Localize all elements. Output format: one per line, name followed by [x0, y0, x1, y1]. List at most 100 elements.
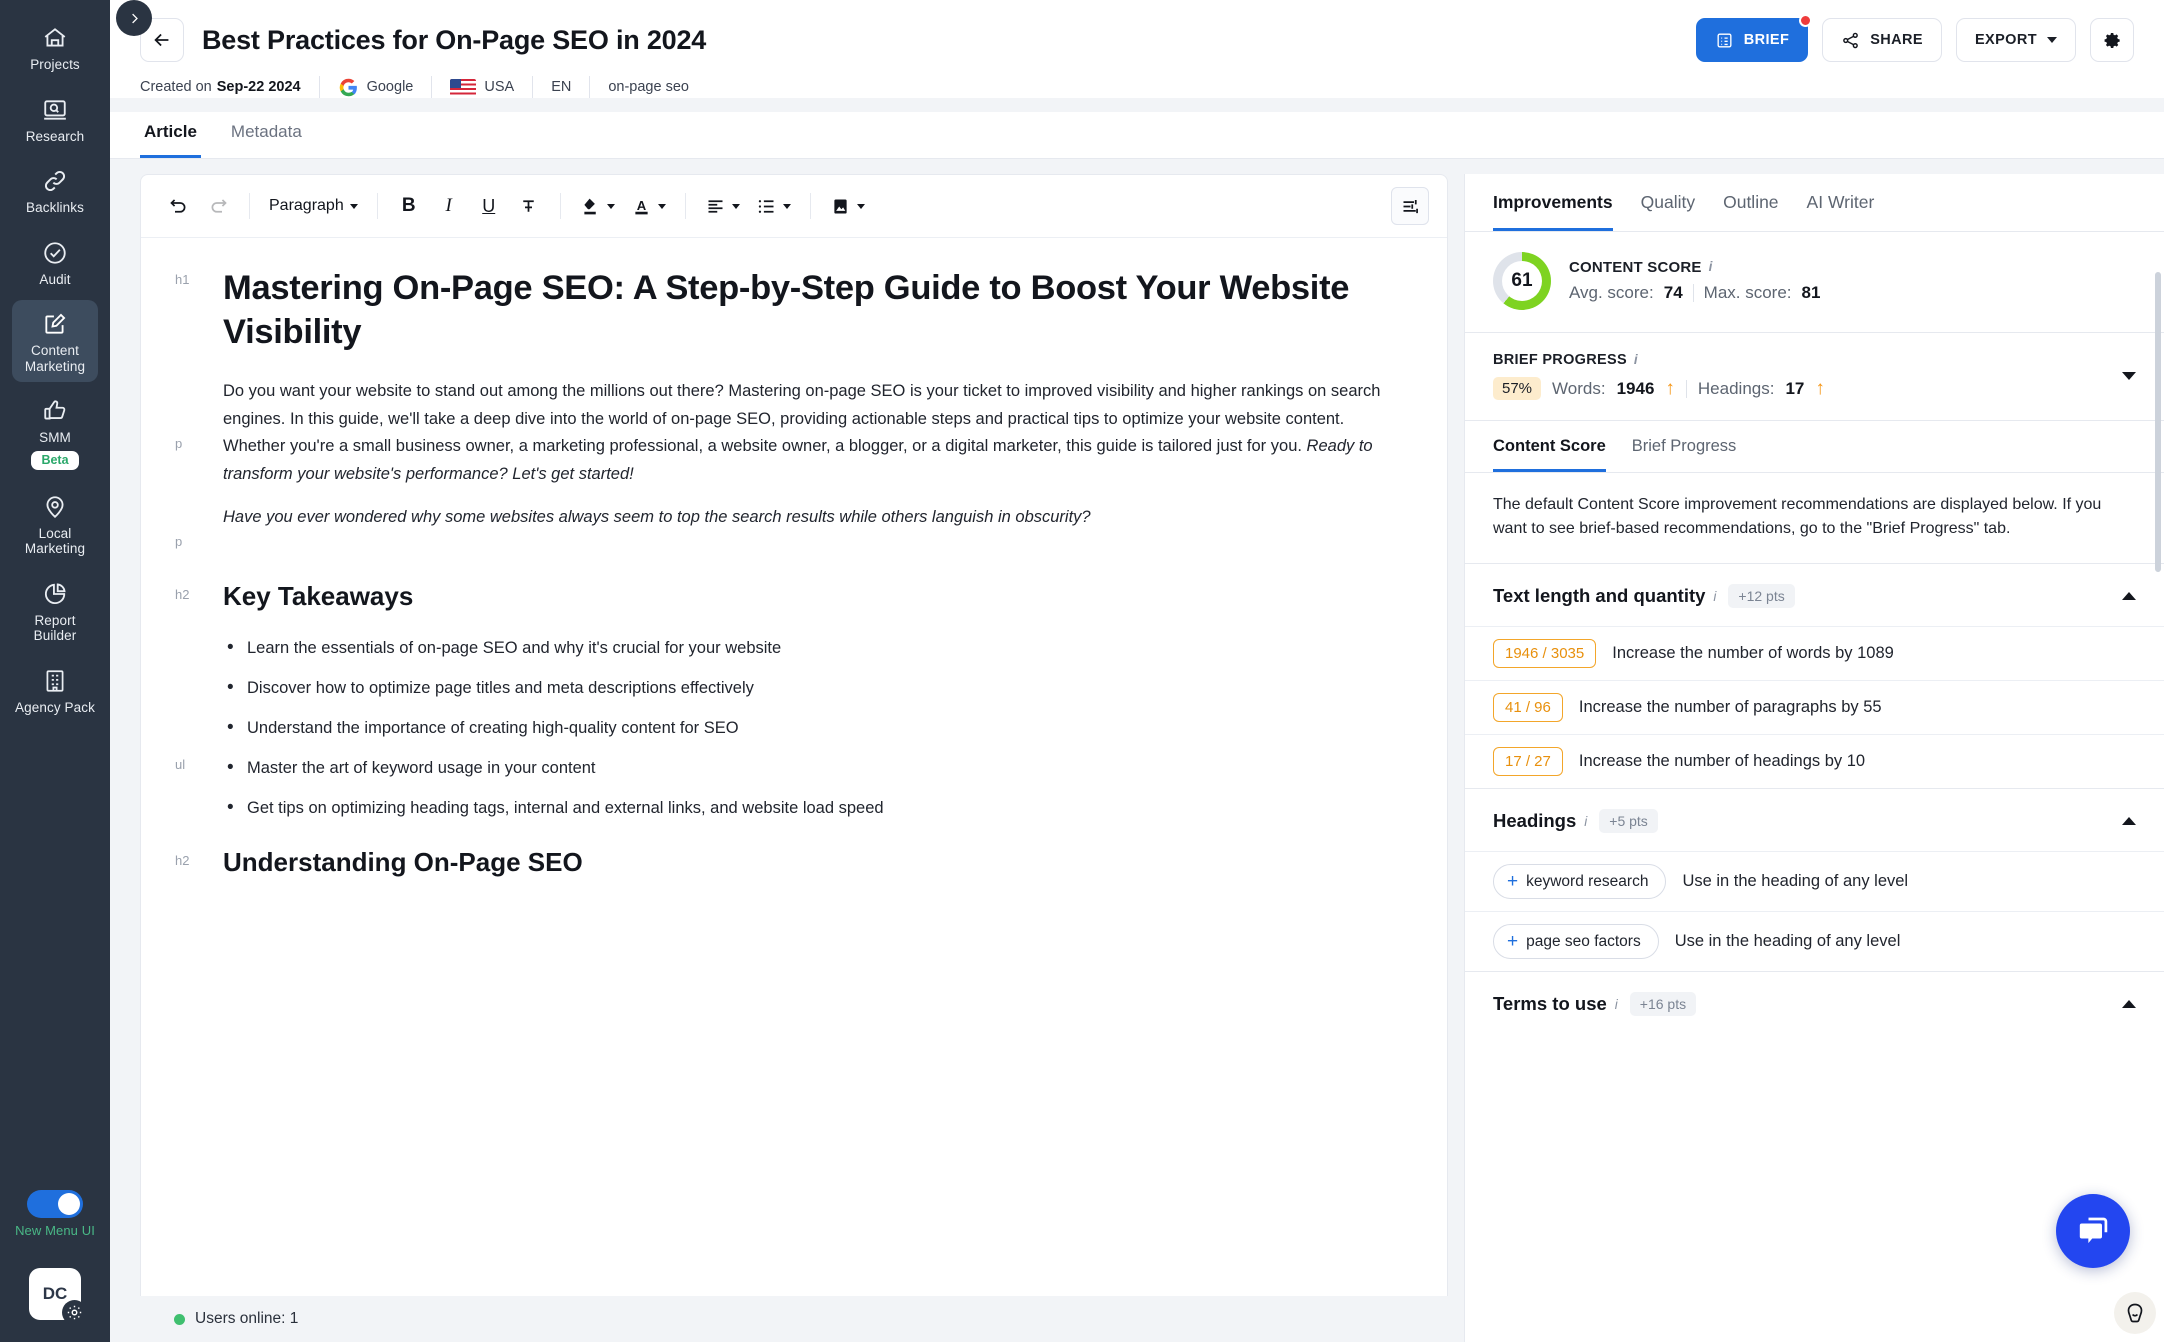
assistant-face-icon	[2127, 1303, 2143, 1323]
new-menu-ui-toggle[interactable]	[26, 1190, 83, 1218]
tab-metadata[interactable]: Metadata	[227, 112, 306, 158]
chat-support-button[interactable]	[2056, 1194, 2130, 1268]
content-score-text: CONTENT SCORE i Avg. score: 74 Max. scor…	[1569, 259, 1820, 303]
text-color-button[interactable]: A	[624, 187, 673, 225]
brief-progress-percent-chip: 57%	[1493, 377, 1542, 400]
block-h2-key-takeaways[interactable]: h2 Key Takeaways	[175, 579, 1407, 613]
sidebar-item-backlinks[interactable]: Backlinks	[12, 157, 98, 224]
info-icon[interactable]: i	[1713, 589, 1716, 604]
meta-divider	[589, 76, 591, 98]
sidebar-item-report-builder[interactable]: Report Builder	[12, 570, 98, 652]
recommendation-row[interactable]: 1946 / 3035 Increase the number of words…	[1465, 626, 2164, 680]
sub-tab-content-score[interactable]: Content Score	[1493, 437, 1606, 472]
sidebar-item-projects[interactable]: Projects	[12, 14, 98, 81]
add-keyword-chip[interactable]: + keyword research	[1493, 864, 1667, 899]
created-on-label: Created on	[140, 79, 212, 95]
export-button[interactable]: EXPORT	[1955, 18, 2076, 62]
block-tag: h2	[175, 853, 190, 868]
info-icon[interactable]: i	[1709, 259, 1713, 274]
brief-progress-row: BRIEF PROGRESS i 57% Words: 1946 ↑ Headi…	[1465, 333, 2164, 420]
block-tag: h1	[175, 272, 190, 287]
tab-outline[interactable]: Outline	[1723, 192, 1778, 231]
block-ul[interactable]: ul Learn the essentials of on-page SEO a…	[175, 634, 1407, 835]
highlight-color-button[interactable]	[573, 187, 622, 225]
section-header-terms-to-use[interactable]: Terms to use i +16 pts	[1465, 972, 2164, 1016]
block-p-question[interactable]: p Have you ever wondered why some websit…	[175, 504, 1407, 549]
add-keyword-chip[interactable]: + page seo factors	[1493, 924, 1659, 959]
info-icon[interactable]: i	[1634, 352, 1638, 367]
sidebar-item-content-marketing[interactable]: Content Marketing	[12, 300, 98, 382]
insert-image-button[interactable]	[823, 187, 872, 225]
section-header-text-length[interactable]: Text length and quantity i +12 pts	[1465, 564, 2164, 626]
header-actions: BRIEF SHARE EXPORT	[1695, 14, 2134, 62]
avg-score-label: Avg. score:	[1569, 283, 1654, 302]
document-scroll-area[interactable]: h1 Mastering On-Page SEO: A Step-by-Step…	[141, 238, 1447, 1296]
undo-button[interactable]	[159, 187, 197, 225]
block-content: Key Takeaways	[223, 579, 1407, 613]
underline-button[interactable]: U	[470, 187, 508, 225]
collapse-section-icon[interactable]	[2122, 817, 2136, 825]
sidebar-item-smm[interactable]: SMM Beta	[12, 387, 98, 478]
editor-settings-button[interactable]	[1391, 187, 1429, 225]
assistant-button[interactable]	[2114, 1292, 2156, 1334]
sidebar-collapse-button[interactable]	[116, 0, 152, 36]
tab-improvements[interactable]: Improvements	[1493, 192, 1613, 231]
sidebar-item-label: Local Marketing	[24, 525, 86, 557]
account-settings-gear-icon[interactable]	[62, 1300, 87, 1325]
panel-scrollbar[interactable]	[2155, 272, 2161, 572]
sidebar-item-audit[interactable]: Audit	[12, 229, 98, 296]
beta-badge: Beta	[31, 450, 79, 470]
chevron-down-icon	[782, 203, 791, 209]
recommendation-text: Use in the heading of any level	[1682, 872, 1909, 890]
bullet-list-icon	[758, 199, 774, 213]
sidebar-item-local-marketing[interactable]: Local Marketing	[12, 483, 98, 565]
sub-tab-brief-progress[interactable]: Brief Progress	[1632, 437, 1737, 472]
bold-button[interactable]: B	[390, 187, 428, 225]
country-label: USA	[484, 79, 515, 95]
brief-progress-expand-icon[interactable]	[2122, 372, 2136, 380]
main-content: Best Practices for On-Page SEO in 2024 B…	[110, 0, 2164, 1342]
research-icon	[14, 95, 96, 125]
collapse-section-icon[interactable]	[2122, 592, 2136, 600]
recommendation-row[interactable]: 41 / 96 Increase the number of paragraph…	[1465, 680, 2164, 734]
italic-button[interactable]: I	[430, 187, 468, 225]
settings-button[interactable]	[2090, 18, 2134, 62]
info-icon[interactable]: i	[1615, 997, 1618, 1012]
sidebar-item-label: Research	[25, 128, 85, 144]
list-item: Discover how to optimize page titles and…	[223, 674, 1407, 702]
redo-button[interactable]	[199, 187, 237, 225]
keyword-recommendation-row[interactable]: + page seo factors Use in the heading of…	[1465, 911, 2164, 971]
section-header-headings[interactable]: Headings i +5 pts	[1465, 789, 2164, 851]
chevron-down-icon	[349, 203, 358, 209]
paragraph-style-select[interactable]: Paragraph	[262, 187, 365, 225]
sidebar-item-research[interactable]: Research	[12, 86, 98, 153]
pie-chart-icon	[14, 579, 96, 609]
keyword-recommendation-row[interactable]: + keyword research Use in the heading of…	[1465, 851, 2164, 911]
editor-column: Paragraph B I U A h1 Mastering On-Page S…	[140, 174, 1448, 1342]
tab-quality[interactable]: Quality	[1641, 192, 1695, 231]
align-button[interactable]	[698, 187, 747, 225]
underline-icon: U	[482, 195, 496, 216]
align-left-icon	[708, 199, 723, 213]
brief-progress-stats: 57% Words: 1946 ↑ Headings: 17 ↑	[1493, 377, 2122, 400]
new-menu-ui-toggle-group: New Menu UI	[15, 1190, 95, 1238]
info-icon[interactable]: i	[1584, 814, 1587, 829]
share-button[interactable]: SHARE	[1822, 18, 1942, 62]
map-pin-icon	[14, 492, 96, 522]
sidebar-item-agency-pack[interactable]: Agency Pack	[12, 657, 98, 724]
brief-button[interactable]: BRIEF	[1695, 14, 1813, 62]
recommendation-row[interactable]: 17 / 27 Increase the number of headings …	[1465, 734, 2164, 788]
block-p-intro[interactable]: p Do you want your website to stand out …	[175, 378, 1407, 488]
tab-ai-writer[interactable]: AI Writer	[1807, 192, 1875, 231]
content-score-caption-row: CONTENT SCORE i	[1569, 259, 1820, 276]
text-color-icon: A	[635, 198, 648, 214]
list-button[interactable]	[749, 187, 798, 225]
block-h1[interactable]: h1 Mastering On-Page SEO: A Step-by-Step…	[175, 266, 1407, 354]
collapse-section-icon[interactable]	[2122, 1000, 2136, 1008]
document-body[interactable]: h1 Mastering On-Page SEO: A Step-by-Step…	[141, 266, 1447, 879]
document-meta: Created on Sep-22 2024 Google USA EN on-…	[140, 76, 2134, 98]
max-score-label: Max. score:	[1703, 283, 1792, 302]
tab-article[interactable]: Article	[140, 112, 201, 158]
strikethrough-button[interactable]	[510, 187, 548, 225]
block-h2-understanding[interactable]: h2 Understanding On-Page SEO	[175, 845, 1407, 879]
